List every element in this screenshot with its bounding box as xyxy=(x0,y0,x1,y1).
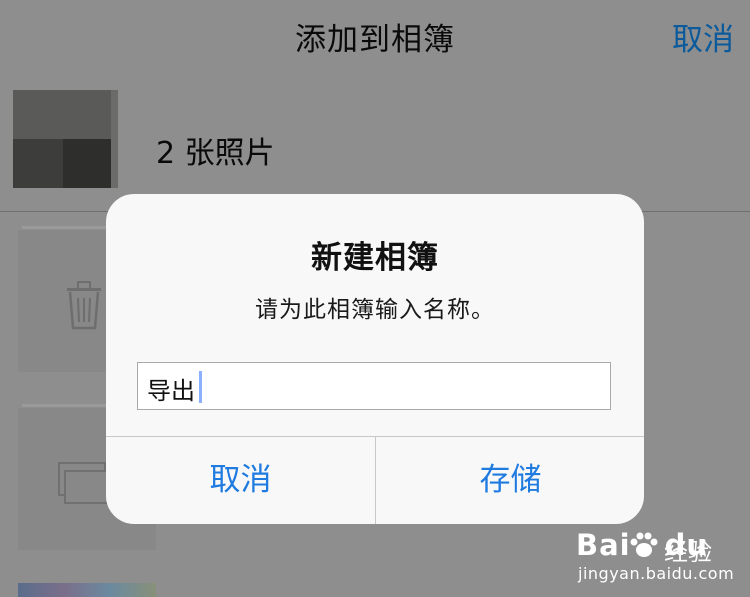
watermark-url: jingyan.baidu.com xyxy=(578,564,735,583)
new-album-alert: 新建相簿 请为此相簿输入名称。 导出 取消 存储 xyxy=(106,194,644,524)
trash-icon xyxy=(67,281,101,330)
cancel-button[interactable]: 取消 xyxy=(106,437,375,524)
watermark-label: 经验 xyxy=(664,538,712,566)
album-thumbnail[interactable] xyxy=(18,583,156,597)
baidu-paw-icon xyxy=(630,532,658,557)
selected-photos-row: 2 张照片 xyxy=(0,84,750,212)
alert-message: 请为此相簿输入名称。 xyxy=(255,297,495,323)
album-name-input[interactable]: 导出 xyxy=(137,362,611,410)
nav-cancel-button[interactable]: 取消 xyxy=(672,14,734,59)
text-caret xyxy=(199,371,202,403)
baidu-jingyan-watermark: Bai du 经验 jingyan.baidu.com xyxy=(576,528,746,592)
navigation-bar: 添加到相簿 取消 xyxy=(0,0,750,72)
album-placeholder-icon xyxy=(64,470,112,504)
selected-photos-label: 2 张照片 xyxy=(156,136,275,171)
save-button[interactable]: 存储 xyxy=(376,437,644,524)
nav-title: 添加到相簿 xyxy=(295,22,455,58)
alert-title: 新建相簿 xyxy=(311,240,439,276)
photos-thumbnail xyxy=(13,90,118,188)
album-name-value: 导出 xyxy=(147,377,195,405)
